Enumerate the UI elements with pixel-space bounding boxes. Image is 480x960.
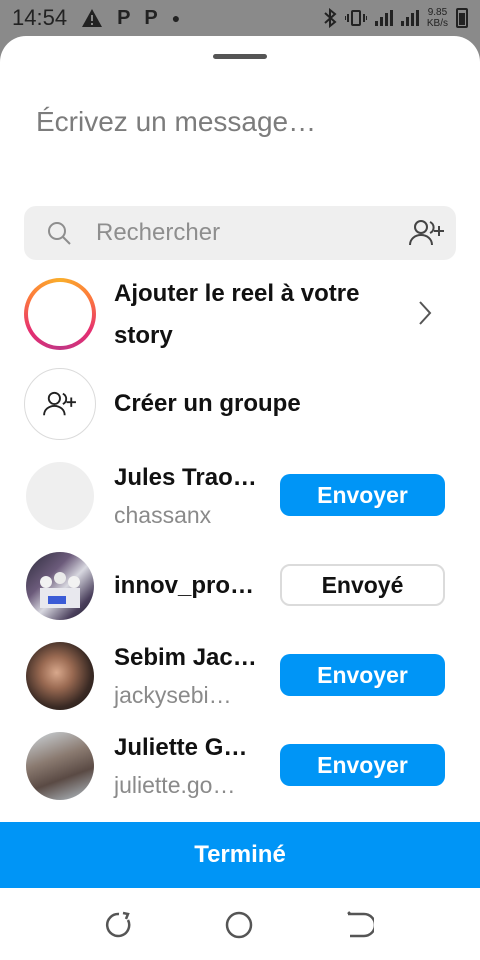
chevron-right-icon — [419, 301, 432, 325]
recents-icon[interactable] — [104, 910, 134, 940]
avatar[interactable] — [26, 642, 94, 710]
contact-username: juliette.go… — [114, 772, 236, 798]
search-bar[interactable]: Rechercher — [24, 206, 456, 260]
contact-name: innov_pro… — [114, 572, 255, 599]
status-time: 14:54 — [12, 5, 68, 30]
contact-row: innov_pro… Envoyé — [0, 550, 480, 622]
add-people-icon — [43, 391, 76, 416]
avatar[interactable] — [26, 552, 94, 620]
back-icon[interactable] — [344, 910, 374, 940]
p-icon: P — [144, 6, 158, 29]
status-bar: 14:54 P P ● 9.85 KB/s — [0, 0, 480, 36]
send-button[interactable]: Envoyer — [280, 654, 445, 696]
send-button[interactable]: Envoyer — [280, 744, 445, 786]
create-group-label: Créer un groupe — [114, 390, 301, 417]
battery-icon — [456, 8, 468, 28]
contact-username: jackysebi… — [114, 682, 232, 708]
p-icon: P — [117, 6, 131, 29]
story-ring-avatar — [24, 278, 96, 350]
done-button[interactable]: Terminé — [0, 822, 480, 888]
send-button[interactable]: Envoyer — [280, 474, 445, 516]
dot-icon: ● — [171, 10, 181, 26]
group-avatar — [24, 368, 96, 440]
message-input[interactable]: Écrivez un message… — [36, 106, 316, 138]
contact-name: Juliette G… — [114, 734, 248, 761]
contact-username: chassanx — [114, 502, 212, 528]
add-to-story-row[interactable]: Ajouter le reel à votre story — [0, 278, 480, 350]
add-people-icon[interactable] — [408, 217, 446, 249]
sent-button[interactable]: Envoyé — [280, 564, 445, 606]
signal-icon — [400, 10, 419, 26]
add-to-story-label: Ajouter le reel à votre — [114, 280, 360, 307]
contact-name: Sebim Jac… — [114, 644, 257, 671]
bluetooth-icon — [324, 8, 337, 28]
signal-icon — [374, 10, 393, 26]
avatar[interactable] — [26, 732, 94, 800]
share-sheet: Écrivez un message… Rechercher Ajouter l… — [0, 36, 480, 888]
home-icon[interactable] — [224, 910, 254, 940]
search-placeholder: Rechercher — [96, 219, 221, 246]
avatar-photo — [40, 572, 80, 608]
add-to-story-label-line2: story — [114, 322, 173, 349]
contact-row: Sebim Jac… jackysebi… Envoyer — [0, 640, 480, 712]
avatar[interactable] — [26, 462, 94, 530]
warning-icon — [82, 9, 103, 27]
navigation-bar — [0, 888, 480, 960]
search-icon — [48, 222, 71, 245]
contact-row: Jules Trao… chassanx Envoyer — [0, 460, 480, 532]
network-speed: 9.85 KB/s — [426, 7, 448, 29]
create-group-row[interactable]: Créer un groupe — [0, 368, 480, 440]
drag-handle[interactable] — [213, 54, 267, 59]
vibrate-icon — [344, 10, 367, 26]
contact-name: Jules Trao… — [114, 464, 257, 491]
contact-row: Juliette G… juliette.go… Envoyer — [0, 730, 480, 802]
